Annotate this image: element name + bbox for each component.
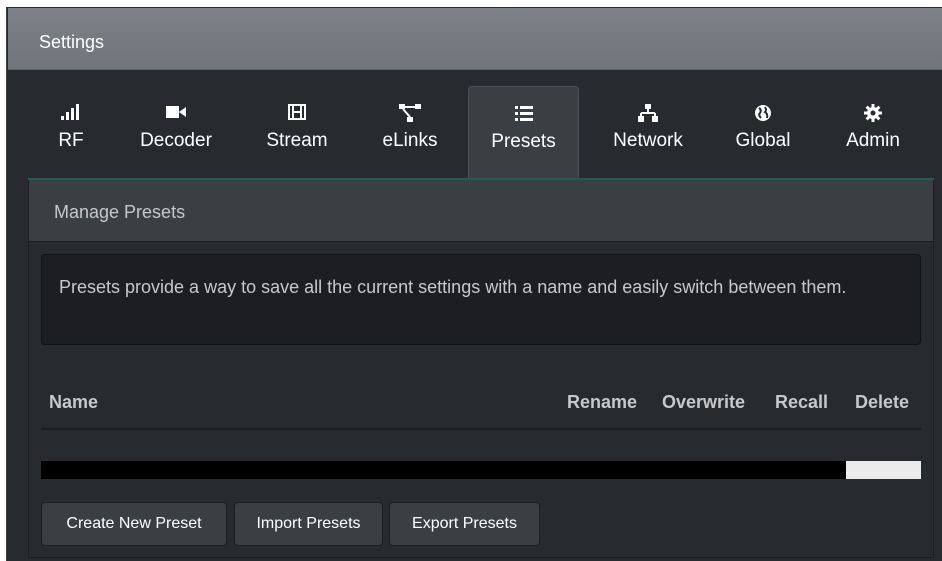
tab-label-presets: Presets (491, 131, 556, 152)
settings-title: Settings (39, 32, 105, 52)
tab-elinks[interactable]: eLinks (368, 86, 452, 180)
column-delete: Delete (855, 392, 910, 412)
tab-global[interactable]: Global (723, 86, 803, 180)
tab-label-network: Network (613, 130, 683, 151)
tab-label-rf: RF (58, 130, 84, 151)
video-camera-icon (126, 104, 226, 126)
tab-label-stream: Stream (266, 130, 328, 151)
tab-presets[interactable]: Presets (468, 86, 579, 180)
panel-title: Manage Presets (54, 202, 186, 222)
settings-header: Settings (8, 8, 942, 70)
column-recall: Recall (775, 392, 829, 412)
import-presets-button[interactable]: Import Presets (234, 502, 383, 546)
panel-heading: Manage Presets (29, 180, 933, 242)
tab-decoder[interactable]: Decoder (126, 86, 226, 180)
export-presets-button[interactable]: Export Presets (389, 502, 540, 546)
tab-label-global: Global (735, 130, 791, 151)
tab-label-decoder: Decoder (140, 130, 212, 151)
tab-label-elinks: eLinks (382, 130, 438, 151)
manage-presets-panel: Manage Presets Presets provide a way to … (28, 180, 934, 558)
progress-remaining (846, 461, 921, 479)
column-rename: Rename (567, 392, 638, 412)
progress-bar (41, 461, 921, 479)
globe-icon (723, 104, 803, 126)
film-icon (254, 104, 340, 126)
list-icon (469, 105, 578, 127)
tab-network[interactable]: Network (598, 86, 698, 180)
network-nodes-icon (368, 104, 452, 126)
sitemap-icon (598, 104, 698, 126)
gear-icon (834, 104, 912, 126)
tab-bar: RF Decoder Stream eLinks Presets Network (8, 70, 942, 180)
tab-rf[interactable]: RF (46, 86, 96, 180)
column-name: Name (49, 392, 99, 412)
signal-icon (46, 104, 96, 126)
column-overwrite: Overwrite (662, 392, 746, 412)
tab-admin[interactable]: Admin (834, 86, 912, 180)
info-box: Presets provide a way to save all the cu… (41, 254, 921, 345)
tab-label-admin: Admin (846, 130, 900, 151)
create-new-preset-button[interactable]: Create New Preset (41, 502, 227, 546)
presets-table-header: Name Rename Overwrite Recall Delete (41, 388, 921, 430)
tab-stream[interactable]: Stream (254, 86, 340, 180)
